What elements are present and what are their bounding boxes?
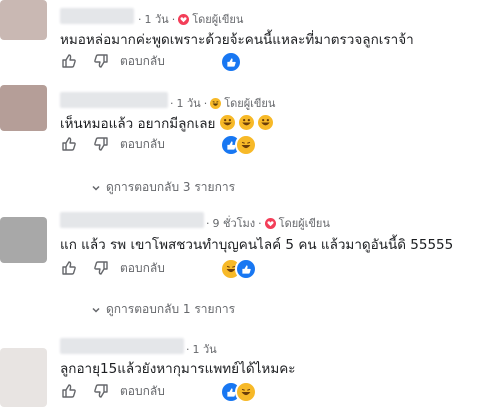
like-icon[interactable]	[60, 135, 78, 153]
like-reaction-icon	[235, 258, 257, 280]
comment-body: เห็นหมอแล้ว อยากมีลูกเลย	[60, 116, 216, 132]
haha-reaction-icon	[235, 381, 257, 403]
author-badge: โดยผู้เขียน	[192, 13, 244, 26]
author-name[interactable]	[60, 338, 184, 354]
comment-actions: ตอบกลับ	[60, 134, 165, 154]
avatar[interactable]	[0, 217, 47, 263]
author-name[interactable]	[60, 8, 134, 24]
avatar[interactable]	[0, 85, 47, 131]
author-badge: โดยผู้เขียน	[224, 97, 276, 110]
reaction-summary[interactable]	[220, 258, 257, 280]
view-replies-button[interactable]: ดูการตอบกลับ 1 รายการ	[92, 300, 235, 319]
dislike-icon[interactable]	[92, 259, 110, 277]
dislike-icon[interactable]	[92, 52, 110, 70]
reaction-summary[interactable]	[220, 134, 257, 156]
view-replies-button[interactable]: ดูการตอบกลับ 3 รายการ	[92, 178, 235, 197]
author-name[interactable]	[60, 212, 204, 228]
comment-actions: ตอบกลับ	[60, 258, 165, 278]
timestamp[interactable]: 1 วัน	[145, 10, 169, 28]
view-replies-label: ดูการตอบกลับ 1 รายการ	[106, 302, 236, 316]
heart-icon	[178, 13, 190, 25]
haha-reaction-icon	[235, 134, 257, 156]
grin-emoji-icon	[219, 115, 235, 132]
comment-text: แก แล้ว รพ เขาโพสชวนทำบุญคนไลค์ 5 คน แล้…	[60, 237, 454, 253]
timestamp[interactable]: 9 ชั่วโมง	[213, 214, 256, 232]
haha-icon	[210, 97, 222, 109]
reaction-summary[interactable]	[220, 51, 242, 73]
comment-actions: ตอบกลับ	[60, 381, 165, 401]
comment-meta: · 1 วัน · โดยผู้เขียน	[170, 94, 275, 112]
comment-text: ลูกอายุ15แล้วยังหากุมารแพทย์ได้ไหมคะ	[60, 361, 296, 377]
reaction-summary[interactable]	[220, 381, 257, 403]
like-icon[interactable]	[60, 382, 78, 400]
chevron-down-icon	[92, 185, 100, 191]
like-reaction-icon	[220, 51, 242, 73]
timestamp[interactable]: 1 วัน	[193, 340, 217, 358]
grin-emoji-icon	[258, 115, 274, 132]
dislike-icon[interactable]	[92, 135, 110, 153]
comment-text: เห็นหมอแล้ว อยากมีลูกเลย	[60, 112, 274, 134]
grin-emoji-icon	[239, 115, 255, 132]
view-replies-label: ดูการตอบกลับ 3 รายการ	[106, 180, 236, 194]
heart-icon	[264, 217, 276, 229]
reply-button[interactable]: ตอบกลับ	[120, 259, 165, 278]
chevron-down-icon	[92, 307, 100, 313]
reply-button[interactable]: ตอบกลับ	[120, 382, 165, 401]
reply-button[interactable]: ตอบกลับ	[120, 135, 165, 154]
like-icon[interactable]	[60, 259, 78, 277]
timestamp[interactable]: 1 วัน	[177, 94, 201, 112]
comment-text: หมอหล่อมากค่ะพูดเพราะด้วยจ้ะคนนี้แหละที่…	[60, 32, 414, 48]
author-name[interactable]	[60, 92, 168, 108]
author-badge: โดยผู้เขียน	[278, 217, 330, 230]
like-icon[interactable]	[60, 52, 78, 70]
comment-meta: · 1 วัน · โดยผู้เขียน	[138, 10, 243, 28]
reply-button[interactable]: ตอบกลับ	[120, 52, 165, 71]
avatar[interactable]	[0, 348, 47, 407]
comment-meta: · 9 ชั่วโมง · โดยผู้เขียน	[206, 214, 330, 232]
avatar[interactable]	[0, 0, 47, 40]
comment-actions: ตอบกลับ	[60, 51, 165, 71]
comment-meta: · 1 วัน	[186, 340, 217, 358]
dislike-icon[interactable]	[92, 382, 110, 400]
